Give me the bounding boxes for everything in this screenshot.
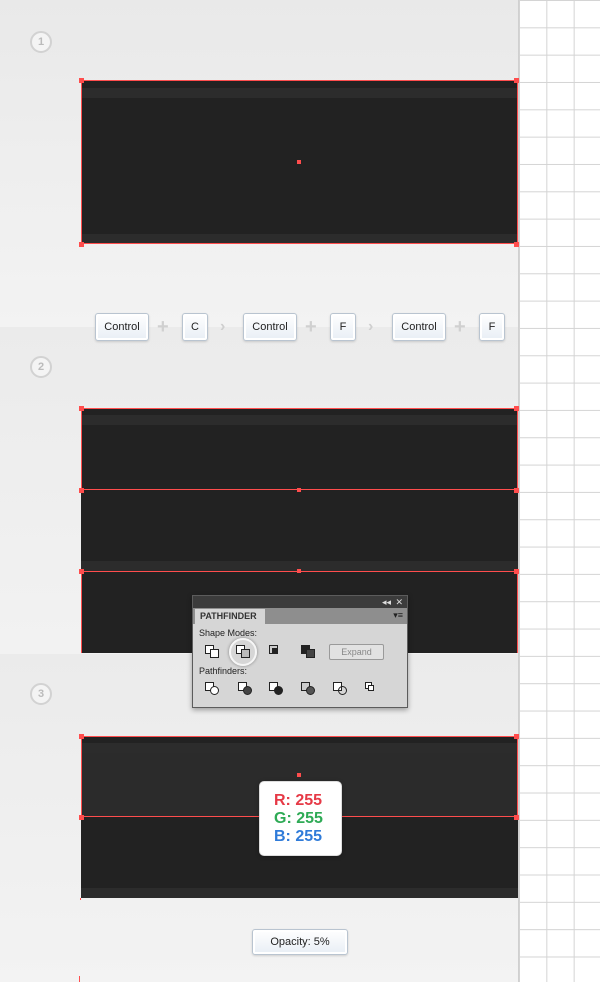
- divide-icon[interactable]: [205, 682, 221, 696]
- key-c: C: [182, 313, 208, 341]
- anchor-point[interactable]: [514, 488, 519, 493]
- pathfinders-label: Pathfinders:: [199, 666, 248, 676]
- key-control: Control: [243, 313, 297, 341]
- chevron-right-icon: ›: [368, 318, 374, 335]
- anchor-point[interactable]: [514, 734, 519, 739]
- step-number-3: 3: [30, 683, 52, 705]
- anchor-point[interactable]: [514, 406, 519, 411]
- panel-tab-bar: PATHFINDER ▾≡: [193, 608, 407, 624]
- center-point: [297, 773, 301, 777]
- anchor-point[interactable]: [514, 815, 519, 820]
- center-point: [297, 160, 301, 164]
- minus-front-icon[interactable]: [236, 645, 252, 659]
- anchor-point[interactable]: [79, 734, 84, 739]
- shape-modes-label: Shape Modes:: [199, 628, 258, 638]
- blue-value: B: 255: [274, 828, 323, 845]
- chevron-right-icon: ›: [220, 318, 226, 335]
- outline-icon[interactable]: [333, 682, 349, 696]
- key-control: Control: [392, 313, 446, 341]
- shortcut-sequence: Control + C › Control + F › Control + F: [0, 313, 600, 343]
- step-number-2: 2: [30, 356, 52, 378]
- unite-icon[interactable]: [205, 645, 221, 659]
- selection-edge: [81, 571, 82, 653]
- anchor-point[interactable]: [514, 569, 519, 574]
- plus-icon: +: [454, 316, 466, 338]
- center-point: [297, 488, 301, 492]
- panel-menu-icon[interactable]: ▾≡: [393, 610, 403, 621]
- merge-icon[interactable]: [269, 682, 285, 696]
- tutorial-canvas: 1 2 3 Control + C › Control + F › Contro…: [0, 0, 600, 982]
- intersect-icon[interactable]: [269, 645, 285, 659]
- plus-icon: +: [157, 316, 169, 338]
- guide-tick: [80, 898, 81, 900]
- close-icon[interactable]: ✕: [395, 596, 403, 608]
- key-control: Control: [95, 313, 149, 341]
- anchor-point[interactable]: [79, 569, 84, 574]
- step-number-1: 1: [30, 31, 52, 53]
- green-value: G: 255: [274, 810, 323, 827]
- pathfinder-panel[interactable]: ◂◂ ✕ PATHFINDER ▾≡ Shape Modes: Expand P…: [192, 595, 408, 708]
- exclude-icon[interactable]: [301, 645, 317, 659]
- anchor-point[interactable]: [79, 242, 84, 247]
- guide-tick: [79, 976, 80, 982]
- minus-back-icon[interactable]: [365, 682, 381, 696]
- center-point: [297, 569, 301, 573]
- panel-title-bar[interactable]: ◂◂ ✕: [193, 596, 407, 608]
- anchor-point[interactable]: [514, 242, 519, 247]
- color-values-callout: R: 255 G: 255 B: 255: [259, 781, 342, 856]
- selection-edge: [517, 571, 518, 653]
- collapse-icon[interactable]: ◂◂: [382, 596, 391, 608]
- selection-bounds-top: [81, 408, 518, 490]
- anchor-point[interactable]: [514, 78, 519, 83]
- key-f: F: [479, 313, 505, 341]
- anchor-point[interactable]: [79, 78, 84, 83]
- expand-button[interactable]: Expand: [329, 644, 384, 660]
- crop-icon[interactable]: [301, 682, 317, 696]
- plus-icon: +: [305, 316, 317, 338]
- artboard-grid: [518, 0, 600, 982]
- anchor-point[interactable]: [79, 406, 84, 411]
- key-f: F: [330, 313, 356, 341]
- tab-pathfinder[interactable]: PATHFINDER: [195, 609, 265, 624]
- anchor-point[interactable]: [79, 815, 84, 820]
- red-value: R: 255: [274, 792, 323, 809]
- trim-icon[interactable]: [238, 682, 254, 696]
- anchor-point[interactable]: [79, 488, 84, 493]
- opacity-badge: Opacity: 5%: [252, 929, 348, 955]
